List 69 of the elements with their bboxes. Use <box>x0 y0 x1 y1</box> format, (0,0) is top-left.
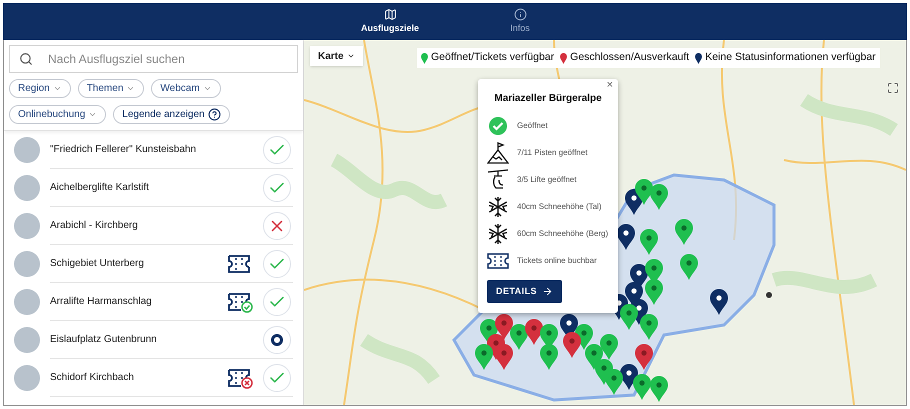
thumbnail-placeholder <box>14 213 40 239</box>
nav-tab[interactable]: Infos <box>485 8 555 36</box>
caret-icon <box>52 84 62 93</box>
open-status-icon <box>263 250 291 278</box>
destination-name: Eislaufplatz Gutenbrunn <box>50 333 158 347</box>
caret-icon <box>202 84 212 93</box>
mountain-flag-icon <box>487 142 509 164</box>
popup-info-text: 7/11 Pisten geöffnet <box>517 146 588 158</box>
thumbnail-placeholder <box>14 137 40 163</box>
destination-list-item[interactable]: "Friedrich Fellerer" Kunsteisbahn <box>4 131 303 169</box>
filter-dropdown[interactable]: Onlinebuchung <box>9 105 106 124</box>
open-status-icon <box>263 136 291 164</box>
filter-dropdown[interactable]: Region <box>9 79 71 98</box>
filter-dropdown[interactable]: Themen <box>78 79 144 98</box>
arrow-right-icon <box>542 286 553 297</box>
open-status-icon <box>263 288 291 316</box>
popup-info-text: Tickets online buchbar <box>517 254 597 266</box>
popup-info-text: 40cm Schneehöhe (Tal) <box>517 200 602 212</box>
ticket-status-icon <box>227 290 253 312</box>
filter-dropdown[interactable]: Webcam <box>151 79 221 98</box>
ticket-icon <box>227 252 253 274</box>
destination-list-item[interactable]: Arralifte Harmanschlag <box>4 283 303 321</box>
destination-list-item[interactable]: Aichelberglifte Karlstift <box>4 169 303 207</box>
snowflake-icon <box>487 196 509 218</box>
ticket-icon <box>487 252 509 270</box>
caret-icon <box>346 52 355 60</box>
open-status-icon <box>263 174 291 202</box>
thumbnail-placeholder <box>14 289 40 315</box>
destination-list-item[interactable]: Arabichl - Kirchberg <box>4 207 303 245</box>
popup-info-text: 60cm Schneehöhe (Berg) <box>517 228 608 240</box>
ticket-status-icon <box>227 366 253 388</box>
caret-icon <box>88 110 98 119</box>
caret-icon <box>126 84 136 93</box>
snowflake-icon <box>487 222 509 244</box>
fullscreen-icon[interactable] <box>887 82 899 94</box>
thumbnail-placeholder <box>14 251 40 277</box>
popup-info-text: 3/5 Lifte geöffnet <box>517 174 576 186</box>
legend-label: Geöffnet/Tickets verfügbar <box>431 50 554 66</box>
popup-title: Mariazeller Bürgeralpe <box>493 92 603 106</box>
open-status-icon <box>263 364 291 392</box>
closed-status-icon <box>263 212 291 240</box>
check-circle-icon <box>488 116 508 136</box>
legend-label: Geschlossen/Ausverkauft <box>570 50 690 66</box>
chairlift-icon <box>487 168 509 190</box>
map-icon <box>384 8 396 21</box>
thumbnail-placeholder <box>14 327 40 353</box>
destination-name: Arabichl - Kirchberg <box>50 219 139 233</box>
close-button[interactable]: × <box>606 80 613 91</box>
thumbnail-placeholder <box>14 365 40 391</box>
destination-name: "Friedrich Fellerer" Kunsteisbahn <box>50 143 198 157</box>
info-icon <box>514 8 526 21</box>
details-button[interactable]: DETAILS <box>487 280 562 303</box>
destination-list-item[interactable]: Eislaufplatz Gutenbrunn <box>4 321 303 359</box>
search-icon <box>19 52 33 66</box>
popup-info-text: Geöffnet <box>517 120 548 132</box>
destination-list-item[interactable]: Schigebiet Unterberg <box>4 245 303 283</box>
destination-name: Aichelberglifte Karlstift <box>50 181 150 195</box>
legend-button[interactable]: Legende anzeigen <box>113 105 230 124</box>
help-icon <box>208 108 221 121</box>
thumbnail-placeholder <box>14 175 40 201</box>
destination-name: Arralifte Harmanschlag <box>50 295 153 309</box>
unknown-status-icon <box>263 326 291 354</box>
destination-name: Schidorf Kirchbach <box>50 371 135 385</box>
nav-tab[interactable]: Ausflugsziele <box>355 8 425 36</box>
map-type-dropdown[interactable]: Karte <box>310 46 363 66</box>
search-field[interactable]: Nach Ausflugsziel suchen <box>9 45 298 73</box>
destination-list-item[interactable]: Schidorf Kirchbach <box>4 359 303 397</box>
legend-label: Keine Statusinformationen verfügbar <box>705 50 876 66</box>
destination-name: Schigebiet Unterberg <box>50 257 145 271</box>
